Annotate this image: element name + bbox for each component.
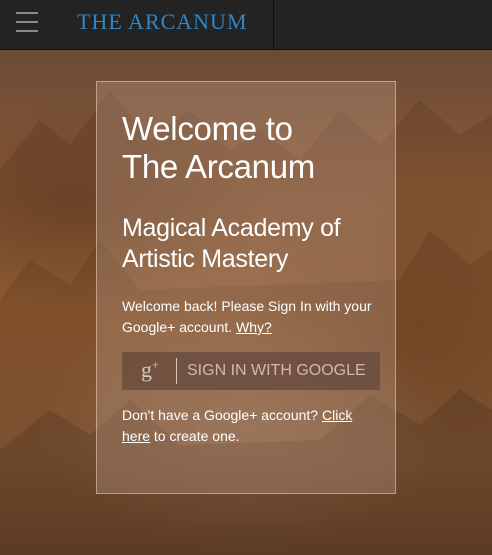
- click-here-link-part1: Click: [321, 407, 353, 423]
- subtitle-line-1: Magical Academy of: [122, 214, 341, 242]
- google-plus-icon: g+: [141, 357, 159, 382]
- signin-prompt: Welcome back! Please Sign In with your G…: [122, 296, 382, 338]
- google-signin-label: SIGN IN WITH GOOGLE: [187, 362, 366, 379]
- menu-line: [16, 21, 38, 23]
- create-account-prompt: Don't have a Google+ account? Click here …: [122, 405, 382, 447]
- menu-line: [16, 12, 38, 14]
- welcome-heading: Welcome to The Arcanum: [122, 110, 382, 186]
- site-logo[interactable]: THE ARCANUM: [77, 9, 248, 35]
- hamburger-menu-icon[interactable]: [14, 11, 40, 33]
- create-suffix-text: to create one.: [153, 428, 240, 444]
- login-card: Welcome to The Arcanum Magical Academy o…: [96, 81, 396, 494]
- subtitle-line-2: Artistic Mastery: [122, 245, 289, 273]
- academy-subtitle: Magical Academy of Artistic Mastery: [122, 213, 382, 275]
- google-signin-button[interactable]: g+ SIGN IN WITH GOOGLE: [122, 352, 380, 390]
- top-navigation-bar: THE ARCANUM: [0, 0, 492, 50]
- welcome-line-2: The Arcanum: [122, 148, 315, 185]
- topbar-divider: [273, 0, 274, 50]
- no-account-text: Don't have a Google+ account?: [122, 407, 319, 423]
- menu-line: [16, 30, 38, 32]
- click-here-link-part2: here: [122, 428, 151, 444]
- why-link[interactable]: Why?: [236, 319, 272, 335]
- button-separator: [176, 358, 177, 384]
- welcome-line-1: Welcome to: [122, 110, 293, 147]
